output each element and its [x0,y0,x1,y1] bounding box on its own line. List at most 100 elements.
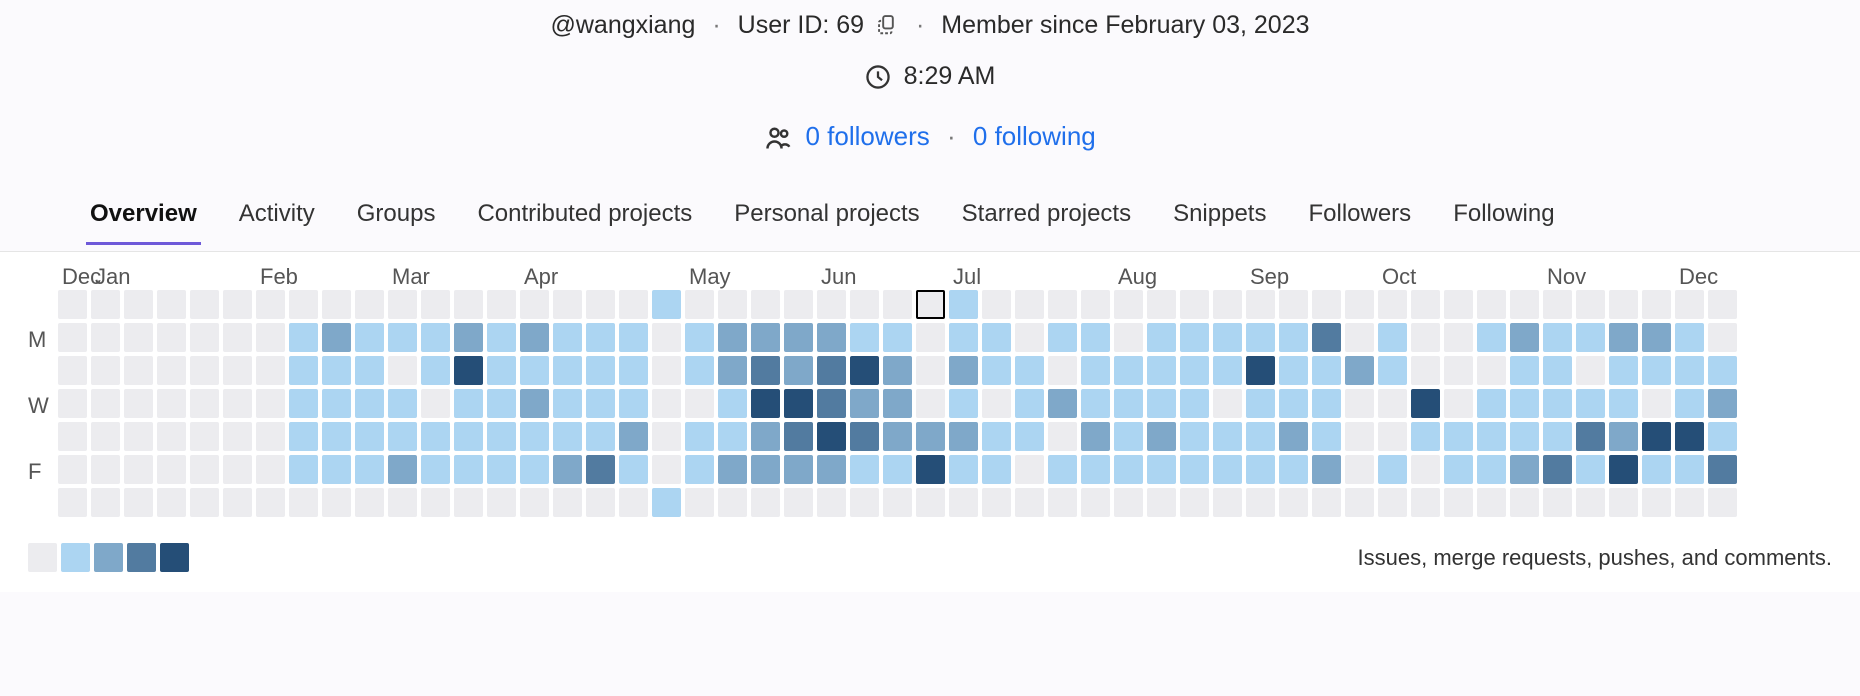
contribution-cell[interactable] [949,389,978,418]
contribution-cell[interactable] [1114,389,1143,418]
contribution-cell[interactable] [685,488,714,517]
following-link[interactable]: 0 following [973,121,1096,151]
contribution-cell[interactable] [1279,323,1308,352]
contribution-cell[interactable] [1642,389,1671,418]
contribution-cell[interactable] [1213,323,1242,352]
contribution-cell[interactable] [586,323,615,352]
contribution-cell[interactable] [1015,488,1044,517]
contribution-cell[interactable] [1378,389,1407,418]
contribution-cell[interactable] [949,356,978,385]
contribution-cell[interactable] [1708,323,1737,352]
contribution-cell[interactable] [520,323,549,352]
contribution-cell[interactable] [223,389,252,418]
contribution-cell[interactable] [652,323,681,352]
contribution-cell[interactable] [850,422,879,451]
contribution-cell[interactable] [916,422,945,451]
contribution-cell[interactable] [1708,455,1737,484]
contribution-cell[interactable] [1642,422,1671,451]
contribution-cell[interactable] [157,389,186,418]
contribution-cell[interactable] [190,290,219,319]
contribution-cell[interactable] [487,455,516,484]
contribution-cell[interactable] [520,356,549,385]
contribution-cell[interactable] [553,389,582,418]
contribution-cell[interactable] [190,389,219,418]
contribution-cell[interactable] [619,290,648,319]
contribution-cell[interactable] [322,488,351,517]
contribution-cell[interactable] [1180,422,1209,451]
contribution-cell[interactable] [553,422,582,451]
contribution-cell[interactable] [388,356,417,385]
contribution-cell[interactable] [223,455,252,484]
contribution-cell[interactable] [91,290,120,319]
contribution-cell[interactable] [91,455,120,484]
contribution-cell[interactable] [718,488,747,517]
contribution-cell[interactable] [1345,422,1374,451]
contribution-cell[interactable] [58,356,87,385]
contribution-cell[interactable] [949,290,978,319]
contribution-cell[interactable] [652,422,681,451]
contribution-cell[interactable] [718,422,747,451]
contribution-cell[interactable] [1609,356,1638,385]
contribution-cell[interactable] [784,389,813,418]
contribution-cell[interactable] [1312,290,1341,319]
contribution-cell[interactable] [454,356,483,385]
contribution-cell[interactable] [289,422,318,451]
contribution-cell[interactable] [1675,455,1704,484]
contribution-cell[interactable] [652,455,681,484]
contribution-cell[interactable] [388,488,417,517]
contribution-cell[interactable] [1246,389,1275,418]
contribution-cell[interactable] [355,422,384,451]
contribution-cell[interactable] [553,290,582,319]
contribution-cell[interactable] [685,356,714,385]
contribution-cell[interactable] [1345,389,1374,418]
contribution-cell[interactable] [124,422,153,451]
contribution-cell[interactable] [157,488,186,517]
contribution-cell[interactable] [1675,422,1704,451]
contribution-cell[interactable] [982,455,1011,484]
contribution-cell[interactable] [1081,323,1110,352]
contribution-cell[interactable] [718,323,747,352]
contribution-cell[interactable] [652,488,681,517]
contribution-cell[interactable] [1015,290,1044,319]
contribution-cell[interactable] [388,422,417,451]
contribution-cell[interactable] [1015,389,1044,418]
contribution-cell[interactable] [322,422,351,451]
contribution-cell[interactable] [850,356,879,385]
contribution-cell[interactable] [1378,290,1407,319]
contribution-cell[interactable] [1378,323,1407,352]
contribution-cell[interactable] [586,389,615,418]
contribution-cell[interactable] [982,323,1011,352]
contribution-cell[interactable] [1048,422,1077,451]
contribution-cell[interactable] [916,455,945,484]
contribution-cell[interactable] [256,389,285,418]
contribution-cell[interactable] [223,422,252,451]
contribution-cell[interactable] [619,389,648,418]
contribution-cell[interactable] [784,455,813,484]
contribution-cell[interactable] [685,422,714,451]
contribution-cell[interactable] [1576,389,1605,418]
contribution-cell[interactable] [718,290,747,319]
contribution-cell[interactable] [1444,422,1473,451]
contribution-cell[interactable] [1081,455,1110,484]
contribution-cell[interactable] [553,455,582,484]
contribution-cell[interactable] [817,389,846,418]
contribution-cell[interactable] [454,488,483,517]
contribution-cell[interactable] [520,455,549,484]
contribution-cell[interactable] [322,290,351,319]
contribution-cell[interactable] [1213,455,1242,484]
contribution-cell[interactable] [1048,290,1077,319]
contribution-cell[interactable] [784,356,813,385]
tab-activity[interactable]: Activity [235,192,319,245]
contribution-cell[interactable] [619,422,648,451]
contribution-cell[interactable] [586,455,615,484]
contribution-cell[interactable] [223,290,252,319]
contribution-cell[interactable] [289,488,318,517]
contribution-cell[interactable] [817,422,846,451]
contribution-cell[interactable] [784,290,813,319]
contribution-cell[interactable] [1114,455,1143,484]
contribution-cell[interactable] [1411,488,1440,517]
contribution-cell[interactable] [1675,389,1704,418]
contribution-cell[interactable] [421,422,450,451]
contribution-cell[interactable] [1708,422,1737,451]
contribution-cell[interactable] [553,356,582,385]
